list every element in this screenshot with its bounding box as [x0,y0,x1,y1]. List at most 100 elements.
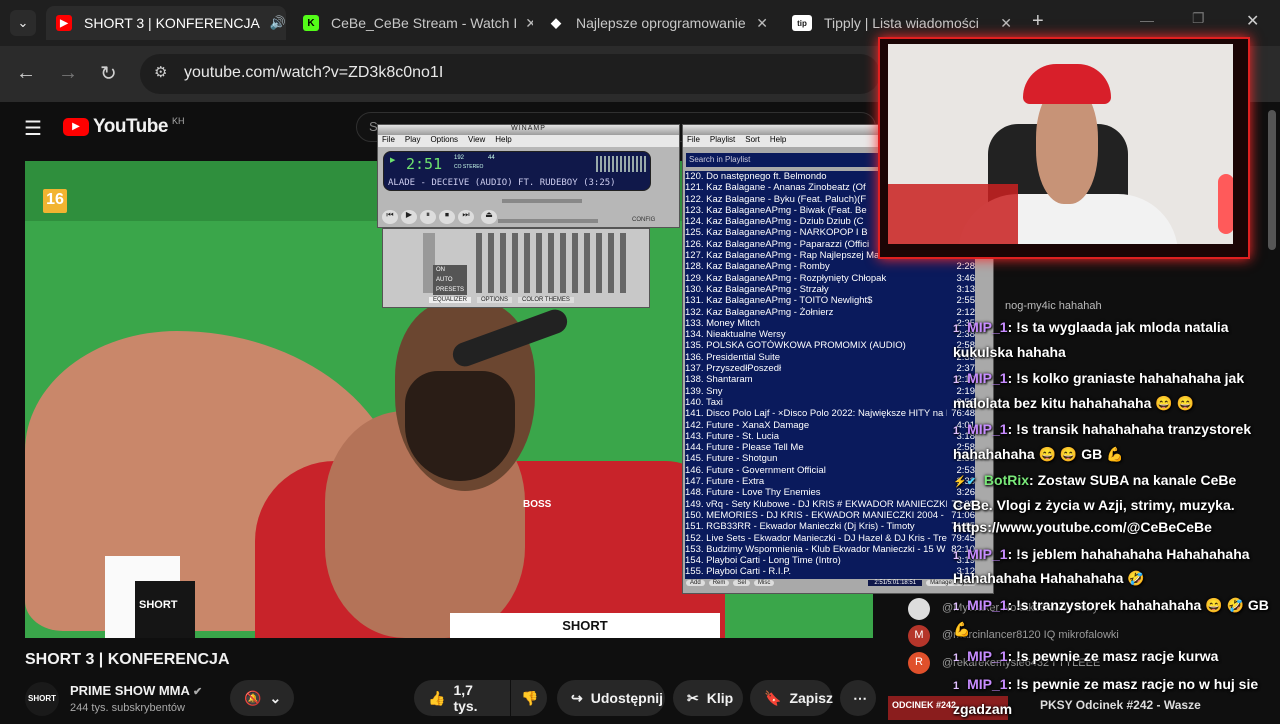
previous-icon[interactable]: ⏮ [382,210,398,224]
minimize-icon[interactable]: — [1140,12,1154,28]
playlist-track[interactable]: 147. Future - Extra 2:33 [685,476,975,487]
channel-avatar[interactable]: SHORT [25,682,59,716]
url-input[interactable]: ⚙ youtube.com/watch?v=ZD3k8c0no1I [140,54,880,94]
config-label[interactable]: CONFIG [632,217,655,223]
tab-software[interactable]: ◆ Najlepsze oprogramowanie ✕ [538,6,778,40]
reload-icon[interactable]: ↻ [100,61,117,86]
playlist-remove-button[interactable]: Rem [708,580,730,586]
clip-button[interactable]: ✂ Klip [673,680,743,716]
playlist-track[interactable]: 136. Presidential Suite 2:33 [685,352,975,363]
playlist-track[interactable]: 134. Nieaktualne Wersy 2:38 [685,329,975,340]
playlist-track[interactable]: 131. Kaz BalaganeAPmg - TOITO Newlight$ 2… [685,295,975,306]
tab-kick[interactable]: K CeBe_CeBe Stream - Watch I ✕ [293,6,533,40]
track-title: 128. Kaz BalaganeAPmg - Romby [685,261,830,273]
playlist-menu-item[interactable]: Help [770,135,786,147]
playlist-track[interactable]: 154. Playboi Carti - Long Time (Intro) 3:… [685,555,975,566]
playlist-select-button[interactable]: Sel [733,580,751,586]
playlist-track[interactable]: 146. Future - Government Official 2:53 [685,465,975,476]
playlist-track[interactable]: 150. MEMORIES - DJ KRIS - EKWADOR MANIEC… [685,510,975,521]
eject-icon[interactable]: ⏏ [481,210,497,224]
tab-search-chevron-icon[interactable]: ⌄ [10,10,36,36]
track-title: 136. Presidential Suite [685,351,781,363]
chat-username[interactable]: MIP_1 [967,370,1007,386]
close-tab-icon[interactable]: ✕ [517,15,533,32]
playlist-track[interactable]: 135. POLSKA GOTÓWKOWA PROMOMIX (AUDIO) 2:… [685,340,975,351]
stop-icon[interactable]: ⏹ [439,210,455,224]
eq-presets-button[interactable]: PRESETS [433,285,468,295]
winamp-menu-item[interactable]: View [468,135,485,147]
playlist-track[interactable]: 142. Future - XanaX Damage 4:01 [685,420,975,431]
playlist-track[interactable]: 143. Future - St. Lucia 3:18 [685,431,975,442]
playlist-track[interactable]: 129. Kaz BalaganeAPmg - Rozpłynięty Chło… [685,273,975,284]
youtube-logo[interactable]: ▶ YouTube KH [63,116,184,138]
save-button[interactable]: 🔖 Zapisz [750,680,833,716]
channel-name-row[interactable]: PRIME SHOW MMA ✔ [70,683,202,698]
tab-youtube[interactable]: ▶ SHORT 3 | KONFERENCJA 🔊 ✕ [46,6,286,40]
page-scrollbar[interactable] [1268,110,1276,250]
dislike-button[interactable]: 👎 [511,680,547,716]
eq-tab[interactable]: OPTIONS [477,297,513,303]
playlist-track[interactable]: 139. Sny 2:19 [685,386,975,397]
eq-on-button[interactable]: ON [433,265,468,275]
playlist-menu-item[interactable]: File [687,135,700,147]
pause-icon[interactable]: ⏸ [420,210,436,224]
forward-icon[interactable]: → [58,62,78,85]
like-button[interactable]: 👍 1,7 tys. [414,680,510,716]
playlist-track[interactable]: 137. PrzyszedłPoszedł 2:37 [685,363,975,374]
youtube-wordmark: YouTube [93,116,168,137]
chat-username[interactable]: MIP_1 [967,597,1007,613]
close-window-icon[interactable]: ✕ [1246,11,1259,31]
back-icon[interactable]: ← [16,62,36,85]
playlist-track[interactable]: 140. Taxi 2:56 [685,397,975,408]
notification-bell-button[interactable]: 🔕 ⌄ [230,680,294,716]
playlist-track[interactable]: 153. Budzimy Wspomnienia - Klub Ekwador … [685,544,975,555]
chat-username[interactable]: MIP_1 [967,319,1007,335]
chat-username[interactable]: MIP_1 [967,676,1007,692]
playlist-track[interactable]: 155. Playboi Carti - R.I.P. 3:12 [685,566,975,577]
playlist-track[interactable]: 148. Future - Love Thy Enemies 3:26 [685,487,975,498]
close-tab-icon[interactable]: ✕ [748,15,768,32]
chat-username[interactable]: BotRix [984,472,1029,488]
site-info-icon[interactable]: ⚙ [154,63,167,81]
chat-username[interactable]: MIP_1 [967,546,1007,562]
playlist-menu-item[interactable]: Sort [745,135,760,147]
playlist-track[interactable]: 128. Kaz BalaganeAPmg - Romby 2:28 [685,261,975,272]
playlist-track[interactable]: 144. Future - Please Tell Me 2:58 [685,442,975,453]
scissors-icon: ✂ [687,689,699,706]
playlist-add-button[interactable]: Add [686,580,705,586]
playlist-track[interactable]: 152. Live Sets - Ekwador Manieczki - DJ … [685,533,975,544]
eq-band-sliders[interactable] [476,233,632,293]
hamburger-menu-icon[interactable]: ☰ [24,116,42,141]
playlist-menu-item[interactable]: Playlist [710,135,735,147]
next-icon[interactable]: ⏭ [458,210,474,224]
close-tab-icon[interactable]: ✕ [992,15,1012,32]
playlist-track[interactable]: 133. Money Mitch 2:35 [685,318,975,329]
tab-tipply[interactable]: tip Tipply | Lista wiadomości ✕ [782,6,1022,40]
eq-auto-button[interactable]: AUTO [433,275,468,285]
winamp-menu-item[interactable]: Play [405,135,421,147]
new-tab-icon[interactable]: + [1032,10,1044,33]
playlist-misc-button[interactable]: Misc [754,580,775,586]
winamp-menu-item[interactable]: Help [495,135,511,147]
chat-username[interactable]: MIP_1 [967,648,1007,664]
eq-tab[interactable]: COLOR THEMES [518,297,574,303]
playlist-track[interactable]: 145. Future - Shotgun 2:59 [685,453,975,464]
playlist-track[interactable]: 141. Disco Polo Lajf - ×Disco Polo 2022:… [685,408,975,419]
speaker-icon[interactable]: 🔊 [270,15,286,31]
share-button[interactable]: ↪ Udostępnij [557,680,665,716]
seek-bar[interactable] [502,199,582,203]
playlist-track[interactable]: 138. Shantaram 2:10 [685,374,975,385]
winamp-equalizer: ON AUTO PRESETS EQUALIZER OPTIONS COLOR … [382,228,650,308]
winamp-menu-item[interactable]: Options [430,135,458,147]
play-icon[interactable]: ▶ [401,210,417,224]
chat-username[interactable]: MIP_1 [967,421,1007,437]
restore-icon[interactable]: ❐ [1192,10,1205,27]
playlist-track[interactable]: 132. Kaz BalaganeAPmg - Żołnierz 2:12 [685,307,975,318]
winamp-menu-item[interactable]: File [382,135,395,147]
playlist-track[interactable]: 149. vRq - Sety Klubowe - DJ KRIS # EKWA… [685,499,975,510]
more-actions-button[interactable]: ⋯ [840,680,876,716]
playlist-track[interactable]: 151. RGB33RR - Ekwador Manieczki (Dj Kri… [685,521,975,532]
volume-slider[interactable] [498,219,598,223]
playlist-track[interactable]: 130. Kaz BalaganeAPmg - Strzały 3:13 [685,284,975,295]
eq-tab[interactable]: EQUALIZER [429,297,472,303]
